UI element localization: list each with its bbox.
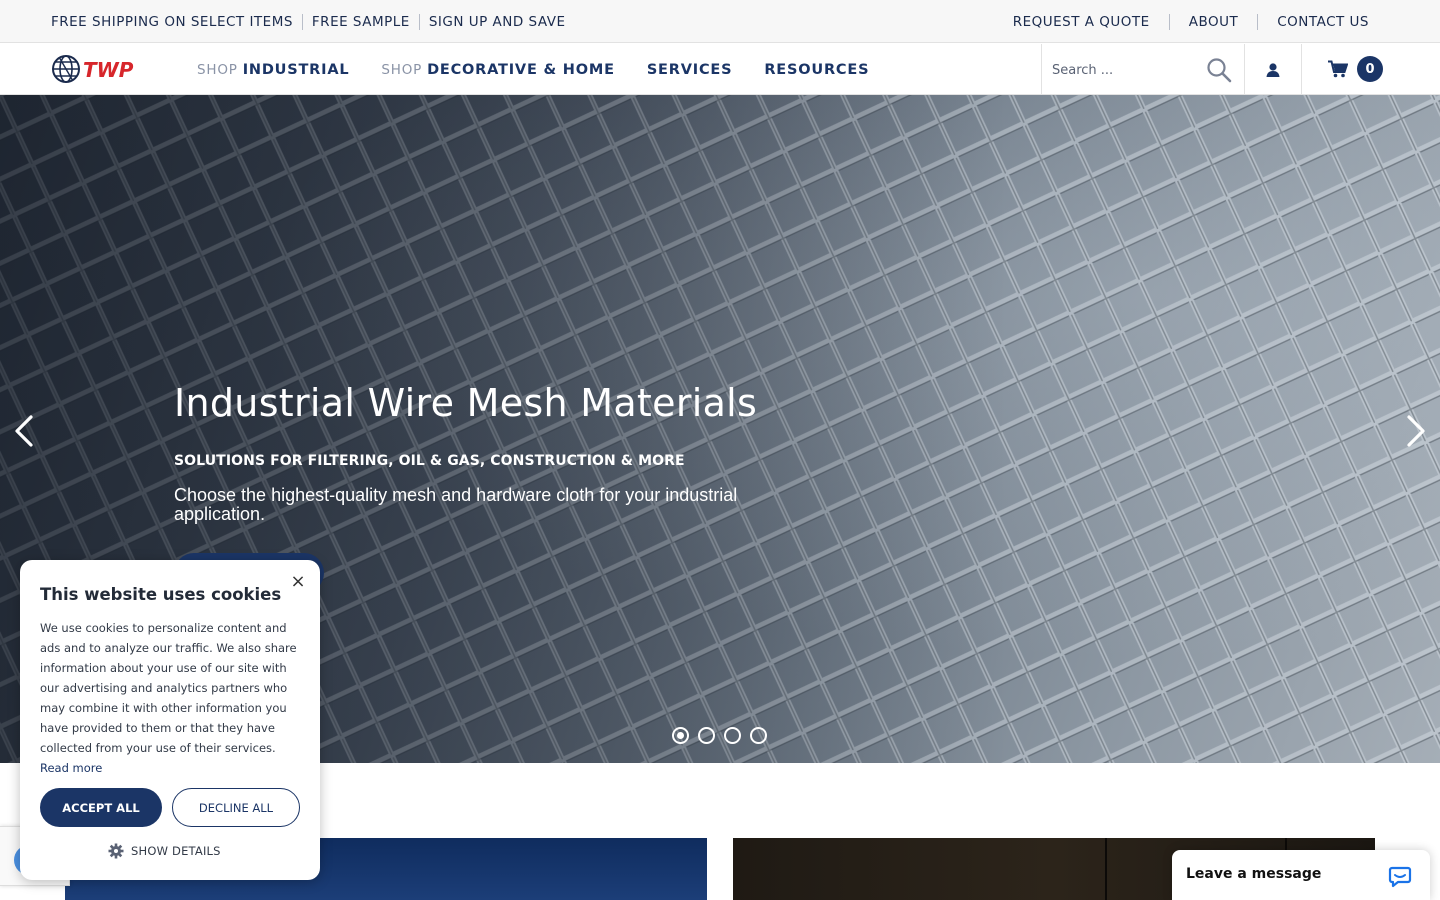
- user-icon: [1266, 62, 1280, 77]
- carousel-dot-2[interactable]: [698, 727, 715, 744]
- primary-menu: SHOP INDUSTRIAL SHOP DECORATIVE & HOME S…: [197, 44, 901, 95]
- carousel-dots: [672, 727, 776, 744]
- show-details-toggle[interactable]: SHOW DETAILS: [108, 842, 221, 860]
- divider: [1168, 13, 1170, 30]
- carousel-dot-3[interactable]: [724, 727, 741, 744]
- divider: [418, 13, 420, 30]
- free-shipping-link[interactable]: FREE SHIPPING ON SELECT ITEMS: [51, 14, 293, 30]
- carousel-dot-1[interactable]: [672, 727, 689, 744]
- utility-bar: FREE SHIPPING ON SELECT ITEMS FREE SAMPL…: [0, 0, 1440, 43]
- menu-shop-industrial[interactable]: SHOP INDUSTRIAL: [197, 62, 349, 78]
- menu-label: INDUSTRIAL: [242, 61, 350, 78]
- chevron-right-icon[interactable]: [1403, 411, 1429, 451]
- hero-title: Industrial Wire Mesh Materials: [174, 381, 758, 425]
- carousel-dot-4[interactable]: [750, 727, 767, 744]
- menu-resources[interactable]: RESOURCES: [764, 62, 869, 78]
- menu-services[interactable]: SERVICES: [647, 62, 733, 78]
- gear-icon: [108, 843, 124, 859]
- account-button[interactable]: [1245, 44, 1302, 95]
- cart-count-badge: 0: [1357, 56, 1383, 82]
- cookie-body-text: We use cookies to personalize content an…: [40, 621, 297, 755]
- close-icon[interactable]: ×: [288, 572, 308, 592]
- hero-description: Choose the highest-quality mesh and hard…: [174, 485, 738, 524]
- cart-button[interactable]: 0: [1302, 44, 1402, 95]
- utility-links-right: REQUEST A QUOTE ABOUT CONTACT US: [1013, 0, 1369, 43]
- chat-label: Leave a message: [1186, 866, 1322, 882]
- menu-label: SERVICES: [646, 61, 733, 78]
- decline-all-button[interactable]: DECLINE ALL: [172, 788, 300, 827]
- read-more-link[interactable]: Read more: [40, 761, 102, 775]
- utility-links-left: FREE SHIPPING ON SELECT ITEMS FREE SAMPL…: [51, 0, 566, 43]
- menu-prefix: SHOP: [381, 61, 423, 78]
- search-icon[interactable]: [1206, 57, 1232, 83]
- decor-line: [1105, 838, 1107, 900]
- logo-wordmark: TWP: [83, 58, 134, 82]
- accept-all-button[interactable]: ACCEPT ALL: [40, 788, 162, 827]
- divider: [301, 13, 303, 30]
- about-link[interactable]: ABOUT: [1189, 14, 1239, 30]
- divider: [1257, 13, 1259, 30]
- chevron-left-icon[interactable]: [11, 411, 37, 451]
- search-input[interactable]: [1052, 58, 1202, 82]
- sign-up-link[interactable]: SIGN UP AND SAVE: [429, 14, 566, 30]
- twp-logo[interactable]: TWP: [51, 53, 153, 85]
- menu-label: RESOURCES: [764, 61, 870, 78]
- free-sample-link[interactable]: FREE SAMPLE: [312, 14, 410, 30]
- cookie-title: This website uses cookies: [40, 585, 282, 604]
- contact-link[interactable]: CONTACT US: [1277, 14, 1369, 30]
- request-quote-link[interactable]: REQUEST A QUOTE: [1013, 14, 1150, 30]
- menu-shop-decorative[interactable]: SHOP DECORATIVE & HOME: [381, 62, 614, 78]
- cookie-dialog: × This website uses cookies We use cooki…: [20, 560, 320, 880]
- menu-label: DECORATIVE & HOME: [427, 61, 615, 78]
- chat-bubble-icon: [1388, 866, 1412, 888]
- cookie-body: We use cookies to personalize content an…: [40, 618, 302, 778]
- show-details-label: SHOW DETAILS: [131, 844, 221, 858]
- search-box: [1041, 44, 1245, 95]
- hero-subtitle: SOLUTIONS FOR FILTERING, OIL & GAS, CONS…: [174, 453, 685, 469]
- globe-logo-icon: [52, 55, 80, 83]
- main-nav: TWP SHOP INDUSTRIAL SHOP DECORATIVE & HO…: [0, 44, 1440, 95]
- menu-prefix: SHOP: [197, 61, 238, 78]
- chat-widget[interactable]: Leave a message: [1172, 850, 1430, 900]
- cart-icon: [1328, 60, 1348, 78]
